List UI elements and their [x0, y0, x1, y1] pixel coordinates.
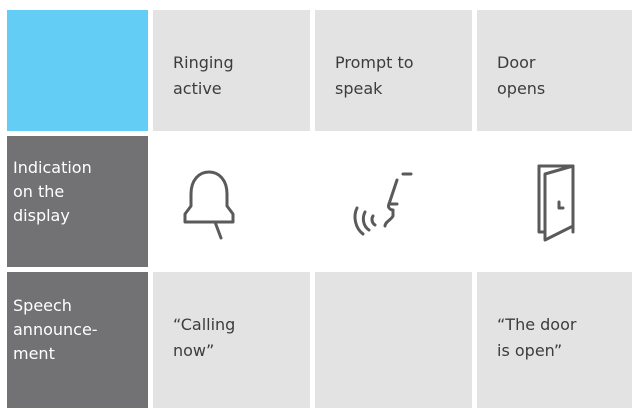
status-table: Ringing active Prompt to speak Door open… [0, 0, 637, 413]
header-ringing-active: Ringing active [153, 0, 315, 136]
speech-text: “The door is open” [497, 315, 577, 360]
header-prompt-to-speak: Prompt to speak [315, 0, 477, 136]
row-label-speech: Speech announce- ment [0, 272, 153, 413]
speech-ringing-cell: “Calling now” [153, 272, 315, 413]
header-label: Door opens [497, 53, 546, 98]
header-label: Prompt to speak [335, 53, 414, 98]
header-door-opens: Door opens [477, 0, 637, 136]
row-label-text: Speech announce- ment [13, 296, 98, 363]
corner-accent-cell [0, 0, 153, 136]
row-label-indication: Indication on the display [0, 136, 153, 272]
speaking-head-icon [345, 164, 425, 244]
indication-ringing-cell [153, 136, 315, 272]
speech-door-cell: “The door is open” [477, 272, 637, 413]
bell-icon [171, 166, 247, 246]
open-door-icon [533, 162, 583, 246]
indication-door-cell [477, 136, 637, 272]
speech-text: “Calling now” [173, 315, 236, 360]
header-label: Ringing active [173, 53, 234, 98]
speech-prompt-cell [315, 272, 477, 413]
row-label-text: Indication on the display [13, 158, 92, 225]
indication-prompt-cell [315, 136, 477, 272]
